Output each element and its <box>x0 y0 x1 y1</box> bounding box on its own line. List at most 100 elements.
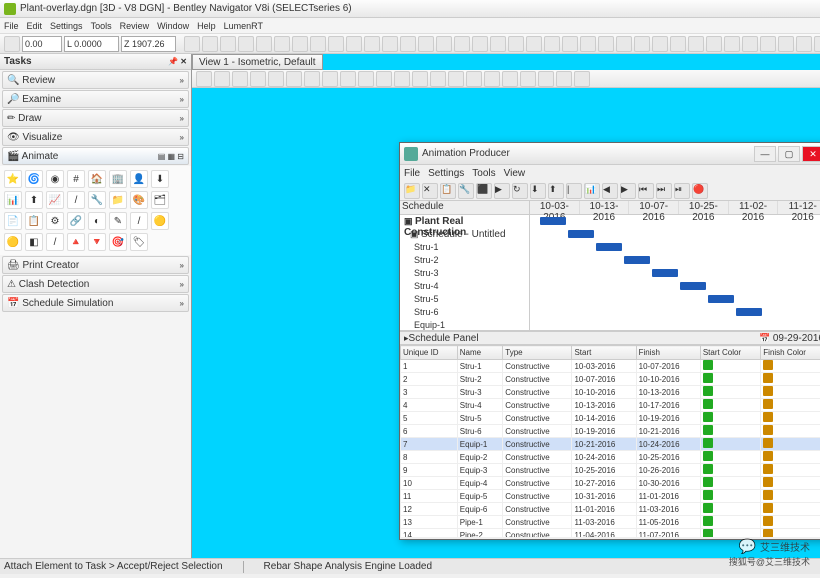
toolbar-icon[interactable] <box>796 36 812 52</box>
palette-icon[interactable]: ◉ <box>46 170 64 188</box>
toolbar-icon[interactable] <box>400 36 416 52</box>
table-row[interactable]: 10Equip-4Constructive10-27-201610-30-201… <box>401 477 820 490</box>
table-row[interactable]: 1Stru-1Constructive10-03-201610-07-2016 <box>401 360 820 373</box>
palette-icon[interactable]: 🏠 <box>88 170 106 188</box>
table-row[interactable]: 9Equip-3Constructive10-25-201610-26-2016 <box>401 464 820 477</box>
toolbar-icon[interactable] <box>436 36 452 52</box>
view-tool-icon[interactable] <box>502 71 518 87</box>
maximize-button[interactable]: ▢ <box>778 146 800 162</box>
dlg-tool-icon[interactable]: ⬆ <box>548 183 564 199</box>
palette-icon[interactable]: 🟡 <box>151 212 169 230</box>
toolbar-icon[interactable] <box>706 36 722 52</box>
toolbar-icon[interactable] <box>220 36 236 52</box>
view-tool-icon[interactable] <box>556 71 572 87</box>
tree-item[interactable]: Equip-1 <box>400 319 529 330</box>
toolbar-icon[interactable] <box>544 36 560 52</box>
toolbar-icon[interactable] <box>598 36 614 52</box>
view-tool-icon[interactable] <box>322 71 338 87</box>
toolbar-icon[interactable] <box>778 36 794 52</box>
toolbar-icon[interactable] <box>724 36 740 52</box>
column-header[interactable]: Type <box>503 346 572 360</box>
palette-icon[interactable]: ⭐ <box>4 170 22 188</box>
coord-b[interactable] <box>64 36 119 52</box>
column-header[interactable]: Name <box>457 346 503 360</box>
palette-icon[interactable]: 👤 <box>130 170 148 188</box>
dlg-tool-icon[interactable]: ⬇ <box>530 183 546 199</box>
toolbar-icon[interactable] <box>508 36 524 52</box>
toolbar-icon[interactable] <box>634 36 650 52</box>
tree-item[interactable]: Stru-2 <box>400 254 529 267</box>
coord-c[interactable] <box>121 36 176 52</box>
task-clash-detection[interactable]: ⚠ Clash Detection» <box>2 275 189 293</box>
view-tool-icon[interactable] <box>268 71 284 87</box>
view-tool-icon[interactable] <box>538 71 554 87</box>
task-animate[interactable]: 🎬 Animate▤ ▦ ⊟ <box>2 147 189 165</box>
toolbar-icon[interactable] <box>256 36 272 52</box>
dialog-titlebar[interactable]: Animation Producer — ▢ ✕ <box>400 143 820 165</box>
menu-tools[interactable]: Tools <box>91 21 112 31</box>
dlg-tool-icon[interactable]: 📊 <box>584 183 600 199</box>
gantt-bar[interactable] <box>596 243 622 251</box>
table-row[interactable]: 12Equip-6Constructive11-01-201611-03-201… <box>401 503 820 516</box>
view-tool-icon[interactable] <box>574 71 590 87</box>
palette-icon[interactable]: ◧ <box>25 233 43 251</box>
schedule-grid[interactable]: Unique IDNameTypeStartFinishStart ColorF… <box>400 345 820 537</box>
dlg-tool-icon[interactable]: 🔧 <box>458 183 474 199</box>
menu-window[interactable]: Window <box>157 21 189 31</box>
table-row[interactable]: 3Stru-3Constructive10-10-201610-13-2016 <box>401 386 820 399</box>
dlg-tool-icon[interactable]: ▶ <box>620 183 636 199</box>
dlg-tool-icon[interactable]: ⏯ <box>674 183 690 199</box>
menu-settings[interactable]: Settings <box>50 21 83 31</box>
view-tool-icon[interactable] <box>358 71 374 87</box>
view-tool-icon[interactable] <box>412 71 428 87</box>
dlg-tool-icon[interactable]: ◀ <box>602 183 618 199</box>
toolbar-icon[interactable] <box>346 36 362 52</box>
toolbar-icon[interactable] <box>382 36 398 52</box>
task-visualize[interactable]: 👁 Visualize» <box>2 128 189 146</box>
dlg-tool-icon[interactable]: ⬛ <box>476 183 492 199</box>
gantt-bar[interactable] <box>708 295 734 303</box>
toolbar-icon[interactable] <box>364 36 380 52</box>
view-tool-icon[interactable] <box>214 71 230 87</box>
toolbar-icon[interactable] <box>454 36 470 52</box>
view-tool-icon[interactable] <box>520 71 536 87</box>
task-schedule-simulation[interactable]: 📅 Schedule Simulation» <box>2 294 189 312</box>
dlg-tool-icon[interactable]: ✕ <box>422 183 438 199</box>
table-row[interactable]: 7Equip-1Constructive10-21-201610-24-2016 <box>401 438 820 451</box>
gantt-bar[interactable] <box>540 217 566 225</box>
table-row[interactable]: 14Pipe-2Constructive11-04-201611-07-2016 <box>401 529 820 538</box>
dlg-menu-tools[interactable]: Tools <box>472 168 495 179</box>
palette-icon[interactable]: ⬇ <box>151 170 169 188</box>
table-row[interactable]: 13Pipe-1Constructive11-03-201611-05-2016 <box>401 516 820 529</box>
view-tool-icon[interactable] <box>340 71 356 87</box>
toolbar-icon[interactable] <box>310 36 326 52</box>
toolbar-icon[interactable] <box>526 36 542 52</box>
gantt-bar[interactable] <box>652 269 678 277</box>
dlg-tool-icon[interactable]: ↻ <box>512 183 528 199</box>
view-tool-icon[interactable] <box>430 71 446 87</box>
palette-icon[interactable]: 🏢 <box>109 170 127 188</box>
close-button[interactable]: ✕ <box>802 146 820 162</box>
toolbar-icon[interactable] <box>652 36 668 52</box>
palette-icon[interactable]: 🔺 <box>67 233 85 251</box>
tree-item[interactable]: Stru-6 <box>400 306 529 319</box>
palette-icon[interactable]: ⬆ <box>25 191 43 209</box>
view-tool-icon[interactable] <box>286 71 302 87</box>
toolbar-icon[interactable] <box>490 36 506 52</box>
schedule-tree[interactable]: Schedule ▣ Plant Real Construction ▣ Sch… <box>400 201 530 330</box>
dlg-tool-icon[interactable]: 📋 <box>440 183 456 199</box>
palette-icon[interactable]: / <box>130 212 148 230</box>
menu-review[interactable]: Review <box>120 21 150 31</box>
toolbar-icon[interactable] <box>274 36 290 52</box>
toolbar-icon[interactable] <box>472 36 488 52</box>
minimize-button[interactable]: — <box>754 146 776 162</box>
toolbar-icon[interactable] <box>580 36 596 52</box>
palette-icon[interactable]: 🔻 <box>88 233 106 251</box>
column-header[interactable]: Finish <box>636 346 700 360</box>
task-print-creator[interactable]: 🖨 Print Creator» <box>2 256 189 274</box>
palette-icon[interactable]: / <box>67 191 85 209</box>
view-tool-icon[interactable] <box>304 71 320 87</box>
tree-schedule[interactable]: ▣ Schedule - Untitled <box>400 228 529 241</box>
toolbar-icon[interactable] <box>238 36 254 52</box>
toolbar-icon[interactable] <box>760 36 776 52</box>
